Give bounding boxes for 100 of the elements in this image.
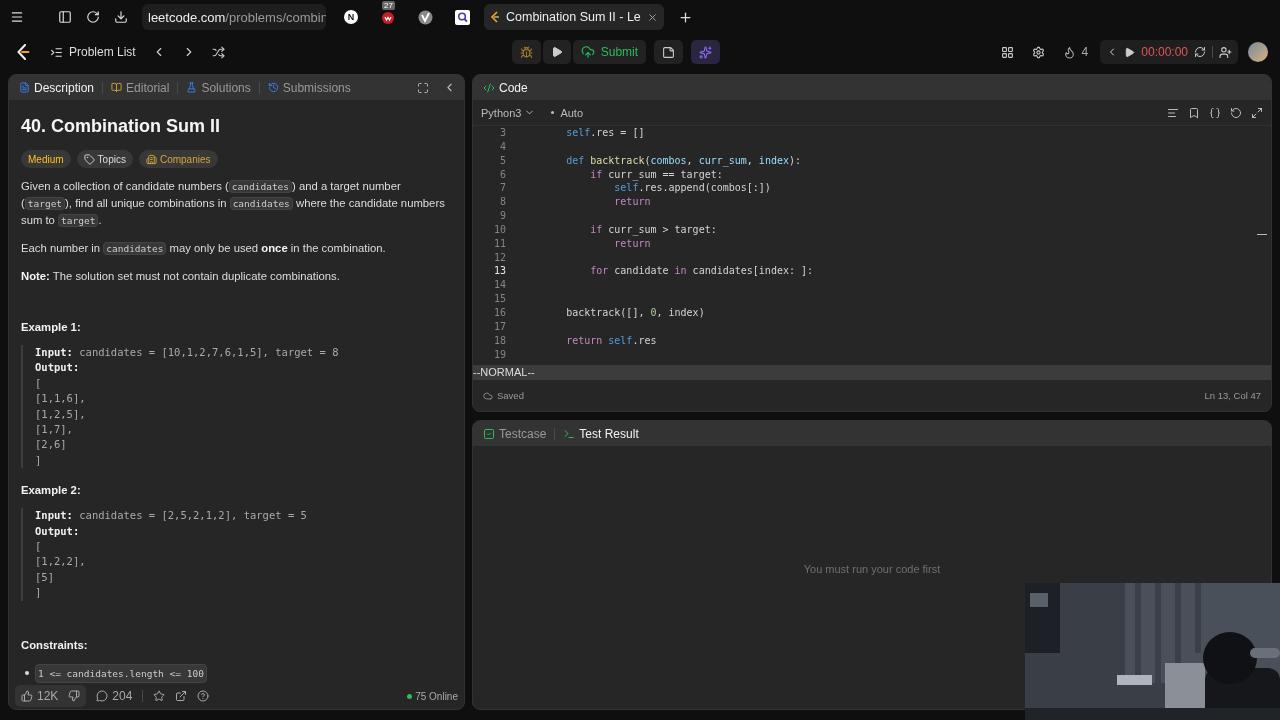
panel-tab[interactable]: Test Result: [561, 426, 641, 441]
tab-icon: [111, 82, 123, 93]
line-number: 10: [492, 222, 506, 237]
code-line: for candidate in candidates[index: ]:: [589, 264, 814, 279]
code-line: def backtrack(combos, curr_sum, index):: [565, 153, 801, 168]
star-icon[interactable]: [153, 690, 166, 702]
output-label: Output:: [35, 524, 80, 537]
expand-icon[interactable]: [1251, 106, 1263, 119]
problem-list-button[interactable]: Problem List: [50, 45, 136, 59]
line-number: 18: [492, 333, 506, 348]
panel-tab[interactable]: Testcase: [481, 426, 549, 441]
example-title: Example 1:: [21, 320, 82, 335]
play-icon[interactable]: [1124, 46, 1136, 58]
description-paragraph: Given a collection of candidate numbers ( candidates ) and a target number ( target ), find all unique combinations in candidates where the candidate numbers sum to target .: [21, 179, 446, 229]
line-number: 16: [492, 305, 506, 320]
search-icon[interactable]: [455, 9, 470, 25]
tag-chip[interactable]: Topics: [76, 150, 133, 168]
input-label: Input:: [35, 346, 73, 358]
add-user-icon[interactable]: [1219, 45, 1232, 59]
description-paragraph: Each number in candidates may only be used once in the combination.: [21, 241, 387, 257]
tag-chip[interactable]: Companies: [138, 150, 218, 168]
output-line: [5]: [35, 569, 55, 585]
constraints-title: Constraints:: [21, 637, 89, 653]
output-line: [: [35, 375, 43, 391]
timer: 00:00:00: [1141, 45, 1188, 59]
line-number: 11: [492, 236, 506, 251]
browser-tab[interactable]: Combination Sum II - Le: [484, 4, 664, 30]
line-number: 5: [498, 153, 506, 168]
share-icon[interactable]: [175, 690, 188, 702]
tag-chip[interactable]: Medium: [21, 150, 71, 168]
format-icon[interactable]: [1167, 106, 1179, 119]
code-line: self.res.append(combos[:]): [613, 181, 771, 196]
output-line: ]: [35, 585, 43, 601]
code-line: if curr_sum > target:: [589, 222, 717, 237]
output-line: [2,6]: [35, 437, 68, 453]
play-icon: [550, 46, 563, 58]
panel-tab[interactable]: Editorial: [109, 80, 172, 95]
bookmark-icon[interactable]: [1188, 106, 1200, 119]
save-status: Saved: [497, 390, 524, 401]
reset-icon[interactable]: [1194, 46, 1206, 58]
new-tab-icon[interactable]: [677, 9, 693, 25]
favicon-icon: [490, 11, 500, 23]
tab-icon: [19, 82, 30, 93]
comment-icon: [96, 690, 109, 702]
run-button[interactable]: [542, 40, 571, 64]
extension-icon[interactable]: [380, 9, 396, 25]
note-button[interactable]: [654, 40, 684, 64]
extension-icon[interactable]: [418, 9, 433, 25]
ai-button[interactable]: [691, 40, 721, 64]
maximize-icon[interactable]: [417, 81, 429, 94]
streak-button[interactable]: 4: [1062, 45, 1089, 59]
download-icon[interactable]: [114, 10, 128, 24]
line-number: 6: [498, 167, 506, 182]
thumbs-down-icon[interactable]: [68, 690, 81, 702]
close-icon[interactable]: [646, 11, 658, 23]
reset-icon[interactable]: [1230, 106, 1242, 119]
code-icon: [483, 81, 495, 94]
flame-icon: [1062, 45, 1076, 59]
shuffle-icon[interactable]: [211, 45, 225, 59]
sidebar-icon[interactable]: [58, 10, 72, 24]
panel-tab[interactable]: Solutions: [184, 80, 253, 95]
line-number: 19: [492, 347, 506, 362]
line-number: 8: [498, 195, 506, 210]
problem-title: 40. Combination Sum II: [21, 115, 222, 138]
language-select[interactable]: Python3: [481, 106, 536, 119]
line-number: 12: [492, 250, 506, 265]
online-count: 75 Online: [407, 690, 458, 702]
line-number: 14: [492, 278, 506, 293]
code-line: return: [613, 236, 651, 251]
code-tab[interactable]: Code: [481, 80, 530, 95]
count-badge: 27: [382, 1, 395, 10]
line-number: 7: [498, 181, 506, 196]
sparkle-icon: [699, 45, 713, 59]
panel-tab[interactable]: Description: [17, 80, 97, 95]
submit-button[interactable]: Submit: [572, 40, 647, 64]
avatar[interactable]: [1248, 42, 1268, 62]
panel-tab[interactable]: Submissions: [265, 80, 353, 95]
grid-icon[interactable]: [1000, 45, 1014, 59]
line-number: 4: [498, 139, 506, 154]
braces-icon[interactable]: [1209, 106, 1221, 119]
line-number: 9: [498, 209, 506, 223]
menu-icon[interactable]: [10, 10, 24, 24]
description-paragraph: Note: The solution set must not contain duplicate combinations.: [21, 269, 341, 284]
checkbox-icon: [483, 427, 495, 440]
output-line: [1,1,6],: [35, 391, 87, 407]
code-line: backtrack([], 0, index): [565, 305, 705, 320]
bullet-icon: [25, 671, 29, 676]
comments-button[interactable]: 204: [96, 689, 133, 703]
thumbs-up-icon: [21, 690, 33, 702]
reload-icon[interactable]: [86, 10, 100, 24]
extension-icon[interactable]: N: [344, 10, 358, 24]
line-number: 15: [492, 292, 506, 306]
help-icon[interactable]: [197, 690, 210, 702]
logo-icon[interactable]: [16, 44, 30, 60]
settings-icon[interactable]: [1031, 45, 1045, 59]
mode-label[interactable]: Auto: [551, 106, 583, 119]
line-number: 13: [492, 264, 506, 279]
debug-button[interactable]: [511, 40, 541, 64]
code-line: return: [613, 195, 651, 210]
bug-icon: [519, 45, 533, 59]
